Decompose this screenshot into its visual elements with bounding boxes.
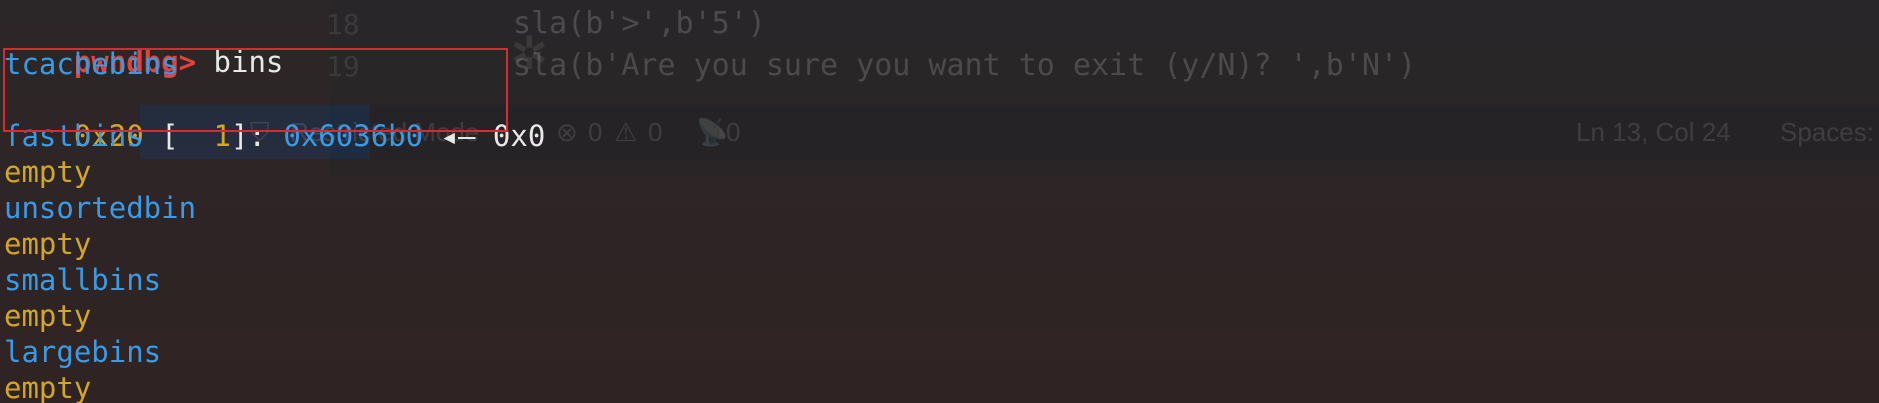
ports-count: 0 (726, 117, 741, 147)
prompt-line: pwndbg> bins (4, 8, 284, 79)
smallbins-value: empty (4, 299, 92, 333)
largebins-header: largebins (4, 335, 162, 369)
cursor-position: Ln 13, Col 24 (1576, 117, 1731, 147)
largebins-value: empty (4, 371, 92, 403)
smallbins-header: smallbins (4, 263, 162, 297)
highlight-annotation-box (3, 48, 508, 132)
fastbins-value: empty (4, 155, 92, 189)
unsortedbin-value: empty (4, 227, 92, 261)
unsortedbin-header: unsortedbin (4, 191, 197, 225)
indentation-setting: Spaces: (1780, 117, 1874, 147)
